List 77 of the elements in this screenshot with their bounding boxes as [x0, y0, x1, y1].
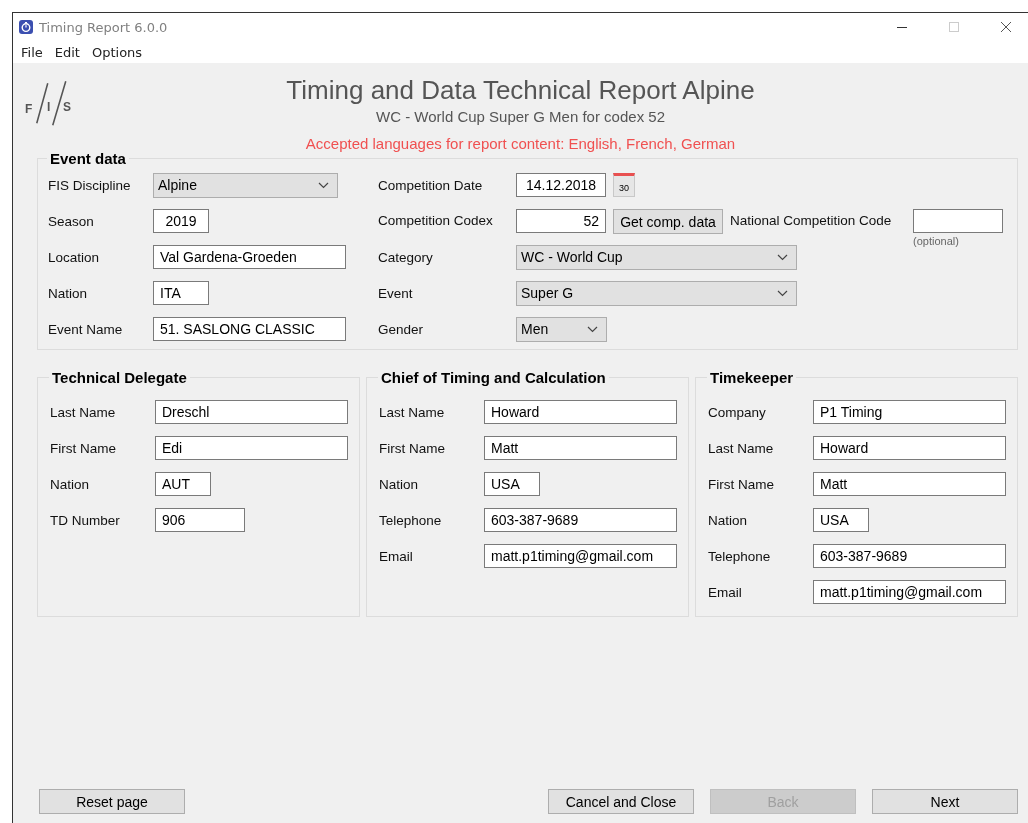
season-field[interactable]: 2019	[153, 209, 209, 233]
field-label: TD Number	[50, 512, 121, 528]
section-title: Timekeeper	[709, 369, 795, 386]
section-title: Technical Delegate	[51, 369, 188, 386]
get-comp-data-button[interactable]: Get comp. data	[613, 209, 723, 234]
section-title: Chief of Timing and Calculation	[380, 369, 607, 386]
field-label: First Name	[708, 476, 775, 492]
field-label: Category	[378, 249, 434, 265]
chevron-icon	[777, 289, 788, 297]
text-field[interactable]: matt.p1timing@gmail.com	[484, 544, 677, 568]
location-field[interactable]: Val Gardena-Groeden	[153, 245, 346, 269]
footer-button[interactable]: Reset page	[39, 789, 185, 814]
chevron-icon	[318, 181, 329, 189]
date-field[interactable]: 14.12.2018	[516, 173, 606, 197]
field-label: Nation	[379, 476, 420, 492]
field-label: Nation	[50, 476, 91, 492]
field-label: Location	[48, 249, 101, 265]
chevron-icon	[777, 253, 788, 261]
field-label: FIS Discipline	[48, 177, 132, 193]
codex-field[interactable]: 52	[516, 209, 606, 233]
text-field[interactable]: Matt	[484, 436, 677, 460]
field-label: Event Name	[48, 321, 124, 337]
text-field[interactable]: P1 Timing	[813, 400, 1006, 424]
close-icon	[1001, 22, 1011, 32]
footer-button[interactable]: Next	[872, 789, 1018, 814]
window-title: Timing Report 6.0.0	[39, 19, 168, 35]
event-name-field[interactable]: 51. SASLONG CLASSIC	[153, 317, 346, 341]
field-label: Season	[48, 213, 95, 229]
text-field[interactable]: matt.p1timing@gmail.com	[813, 580, 1006, 604]
text-field[interactable]: Howard	[484, 400, 677, 424]
discipline-dropdown[interactable]: Alpine	[153, 172, 338, 198]
text-field[interactable]: 906	[155, 508, 245, 532]
nation-field[interactable]: ITA	[153, 281, 209, 305]
text-field[interactable]: USA	[813, 508, 869, 532]
field-label: Company	[708, 404, 767, 420]
language-notice: Accepted languages for report content: English, French, German	[305, 134, 736, 154]
national-code-field[interactable]	[913, 209, 1003, 233]
footer-button[interactable]: Cancel and Close	[548, 789, 694, 814]
maximize-icon	[949, 22, 959, 32]
field-label: First Name	[379, 440, 446, 456]
text-field[interactable]: USA	[484, 472, 540, 496]
field-label: First Name	[50, 440, 117, 456]
category-dropdown[interactable]: WC - World Cup	[516, 244, 797, 270]
gender-dropdown[interactable]: Men	[516, 316, 607, 342]
minimize-icon	[897, 26, 907, 28]
menu-item[interactable]: File	[21, 44, 43, 60]
field-label: Last Name	[379, 404, 446, 420]
field-label: Competition Codex	[378, 213, 494, 228]
text-field[interactable]: Howard	[813, 436, 1006, 460]
optional-hint: (optional)	[913, 235, 960, 247]
text-field[interactable]: Edi	[155, 436, 348, 460]
report-subtitle: WC - World Cup Super G Men for codex 52	[376, 107, 665, 127]
field-label: Last Name	[708, 440, 775, 456]
field-label: Telephone	[379, 512, 443, 528]
event-dropdown[interactable]: Super G	[516, 280, 797, 306]
field-label: Email	[708, 584, 743, 600]
text-field[interactable]: 603-387-9689	[813, 544, 1006, 568]
text-field[interactable]: AUT	[155, 472, 211, 496]
calendar-button[interactable]: 30	[613, 173, 635, 197]
text-field[interactable]: 603-387-9689	[484, 508, 677, 532]
section-title: Event data	[49, 150, 127, 167]
field-label: National Competition Code	[730, 213, 893, 228]
field-label: Event	[378, 285, 414, 301]
field-label: Gender	[378, 321, 425, 337]
text-field[interactable]: Matt	[813, 472, 1006, 496]
stopwatch-icon	[19, 20, 33, 34]
field-label: Competition Date	[378, 177, 484, 193]
chevron-icon	[587, 325, 598, 333]
field-label: Nation	[708, 512, 749, 528]
field-label: Last Name	[50, 404, 117, 420]
text-field[interactable]: Dreschl	[155, 400, 348, 424]
field-label: Nation	[48, 285, 89, 301]
field-label: Telephone	[708, 548, 772, 564]
menu-item[interactable]: Options	[91, 44, 143, 60]
report-title: Timing and Data Technical Report Alpine	[286, 75, 755, 105]
menu-item[interactable]: Edit	[54, 44, 80, 60]
field-label: Email	[379, 548, 414, 564]
